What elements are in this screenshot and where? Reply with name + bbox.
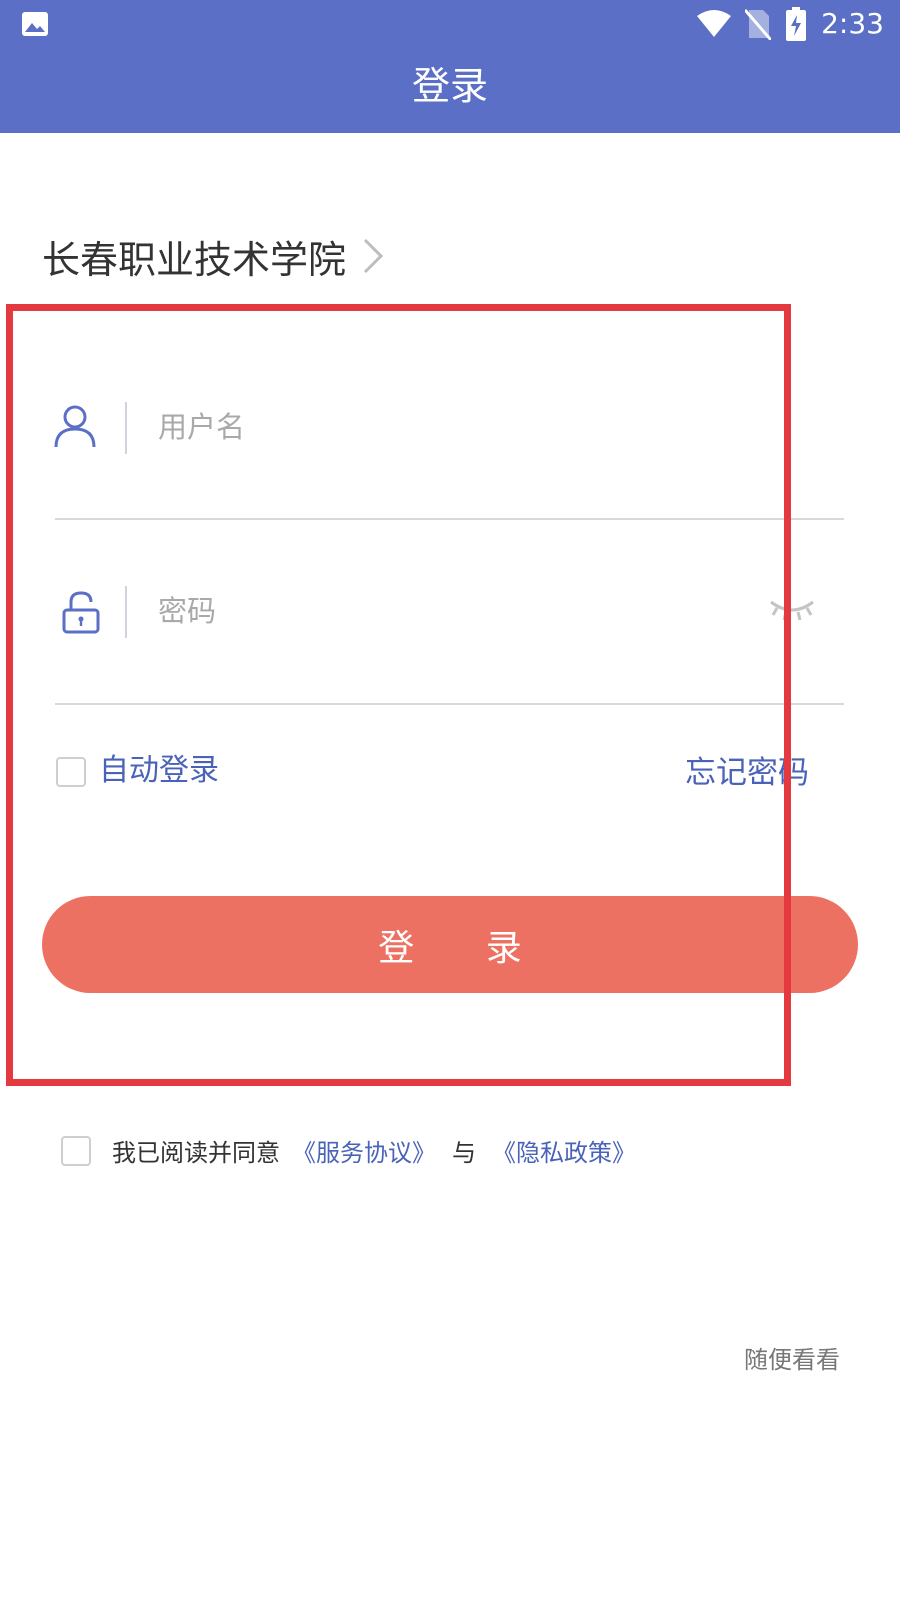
login-button[interactable]: 登 录 xyxy=(42,896,858,993)
password-divider xyxy=(125,586,127,638)
status-icons: 2:33 xyxy=(697,4,884,44)
privacy-policy-link[interactable]: 《隐私政策》 xyxy=(492,1133,636,1168)
browse-link[interactable]: 随便看看 xyxy=(744,1342,840,1378)
battery-charging-icon xyxy=(786,7,807,41)
chevron-right-icon xyxy=(363,238,384,274)
agreement-checkbox[interactable] xyxy=(61,1136,91,1166)
image-icon xyxy=(22,12,48,36)
agreement-and-text: 与 xyxy=(452,1138,476,1167)
eye-closed-icon[interactable] xyxy=(769,598,815,624)
service-agreement-link[interactable]: 《服务协议》 xyxy=(292,1133,436,1168)
password-input[interactable] xyxy=(158,588,718,634)
school-name: 长春职业技术学院 xyxy=(42,237,347,282)
username-divider xyxy=(125,402,127,454)
agreement-row: 我已阅读并同意 《服务协议》 与 《隐私政策》 xyxy=(112,1130,636,1170)
status-time: 2:33 xyxy=(821,7,884,40)
no-sim-icon xyxy=(745,9,772,40)
forgot-password-link[interactable]: 忘记密码 xyxy=(685,753,809,793)
username-input[interactable] xyxy=(158,404,718,450)
wifi-icon xyxy=(697,10,732,37)
lock-icon xyxy=(62,591,100,634)
username-underline xyxy=(55,518,844,520)
app-bar: 2:33 登录 xyxy=(0,0,900,133)
page-title: 登录 xyxy=(411,64,488,108)
user-icon xyxy=(54,405,96,448)
password-underline xyxy=(55,703,844,705)
agreement-text: 我已阅读并同意 xyxy=(112,1138,280,1167)
school-selector[interactable]: 长春职业技术学院 xyxy=(42,228,384,284)
auto-login-label[interactable]: 自动登录 xyxy=(99,751,219,791)
auto-login-checkbox[interactable] xyxy=(56,757,86,787)
